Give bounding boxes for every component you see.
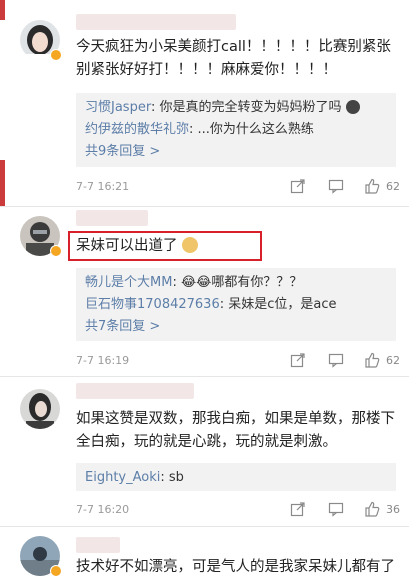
reply-username[interactable]: Eighty_Aoki <box>85 470 160 485</box>
reply-text: : sb <box>160 470 184 485</box>
more-replies-link[interactable]: 共7条回复 > <box>85 316 387 338</box>
thumbs-up-icon[interactable] <box>364 501 380 517</box>
username-redacted[interactable] <box>76 210 148 226</box>
thumbs-up-icon[interactable] <box>364 178 380 194</box>
reply-item[interactable]: 约伊兹的散华礼弥: ...你为什么这么熟练 <box>85 119 387 141</box>
reply-item[interactable]: 巨石物事1708427636: 呆妹是c位，是ace <box>85 294 387 316</box>
comment-text: 今天疯狂为小呆美颜打call！！！！！比赛别紧张别紧张好好打！！！！麻麻爱你！！… <box>76 39 391 78</box>
comment-item: 今天疯狂为小呆美颜打call！！！！！比赛别紧张别紧张好好打！！！！麻麻爱你！！… <box>0 0 409 207</box>
reply-box[interactable]: Eighty_Aoki: sb <box>76 463 396 491</box>
comment-meta: 7-7 16:20 36 <box>76 501 409 519</box>
reply-box[interactable]: 畅儿是个大MM: 😂😂哪都有你？？？ 巨石物事1708427636: 呆妹是c位… <box>76 268 396 341</box>
comment-icon[interactable] <box>328 178 344 194</box>
comment-meta: 7-7 16:19 62 <box>76 352 409 370</box>
reply-text: : ...你为什么这么熟练 <box>189 122 314 137</box>
reply-box[interactable]: 习惯Jasper: 你是真的完全转变为妈妈粉了吗 约伊兹的散华礼弥: ...你为… <box>76 93 396 167</box>
comment-meta: 7-7 16:21 62 <box>76 178 409 196</box>
share-icon[interactable] <box>290 352 306 368</box>
reply-text: : 你是真的完全转变为妈妈粉了吗 <box>150 100 342 115</box>
avatar[interactable] <box>20 389 60 429</box>
comment-icon[interactable] <box>328 501 344 517</box>
username-redacted[interactable] <box>76 537 120 553</box>
username-redacted[interactable] <box>76 383 194 399</box>
reply-username[interactable]: 习惯Jasper <box>85 100 151 115</box>
like-count: 36 <box>386 503 400 516</box>
comment-timestamp: 7-7 16:19 <box>76 354 130 367</box>
comment-item: 技术好不如漂亮，可是气人的是我家呆妹儿都有了 <box>0 527 409 580</box>
comment-text: 如果这赞是双数，那我白痴，如果是单数，那楼下全白痴，玩的就是心跳，玩的就是刺激。 <box>76 411 395 450</box>
reply-item[interactable]: 习惯Jasper: 你是真的完全转变为妈妈粉了吗 <box>85 97 387 119</box>
reply-text: : 😂😂哪都有你？？？ <box>172 275 303 290</box>
comment-timestamp: 7-7 16:21 <box>76 180 130 193</box>
reply-text: : 呆妹是c位，是ace <box>219 297 337 312</box>
reply-item[interactable]: 畅儿是个大MM: 😂😂哪都有你？？？ <box>85 272 387 294</box>
reply-username[interactable]: 巨石物事1708427636 <box>85 297 220 312</box>
share-icon[interactable] <box>290 178 306 194</box>
verified-badge-icon <box>50 49 62 61</box>
face-emoji-icon <box>345 100 360 114</box>
comment-text: 呆妹可以出道了 <box>76 235 395 258</box>
verified-badge-icon <box>50 245 62 257</box>
comment-text: 技术好不如漂亮，可是气人的是我家呆妹儿都有了 <box>76 559 395 575</box>
share-icon[interactable] <box>290 501 306 517</box>
like-count: 62 <box>386 180 400 193</box>
comment-item: 呆妹可以出道了 畅儿是个大MM: 😂😂哪都有你？？？ 巨石物事170842763… <box>0 207 409 377</box>
doge-emoji-icon <box>182 237 199 253</box>
more-replies-link[interactable]: 共9条回复 > <box>85 141 387 163</box>
comment-item: 如果这赞是双数，那我白痴，如果是单数，那楼下全白痴，玩的就是心跳，玩的就是刺激。… <box>0 377 409 527</box>
reply-username[interactable]: 畅儿是个大MM <box>85 275 172 290</box>
username-redacted[interactable] <box>76 14 236 30</box>
verified-badge-icon <box>50 565 62 577</box>
like-count: 62 <box>386 354 400 367</box>
comment-timestamp: 7-7 16:20 <box>76 503 130 516</box>
reply-item[interactable]: Eighty_Aoki: sb <box>85 467 387 489</box>
comment-icon[interactable] <box>328 352 344 368</box>
reply-username[interactable]: 约伊兹的散华礼弥 <box>85 122 189 137</box>
thumbs-up-icon[interactable] <box>364 352 380 368</box>
